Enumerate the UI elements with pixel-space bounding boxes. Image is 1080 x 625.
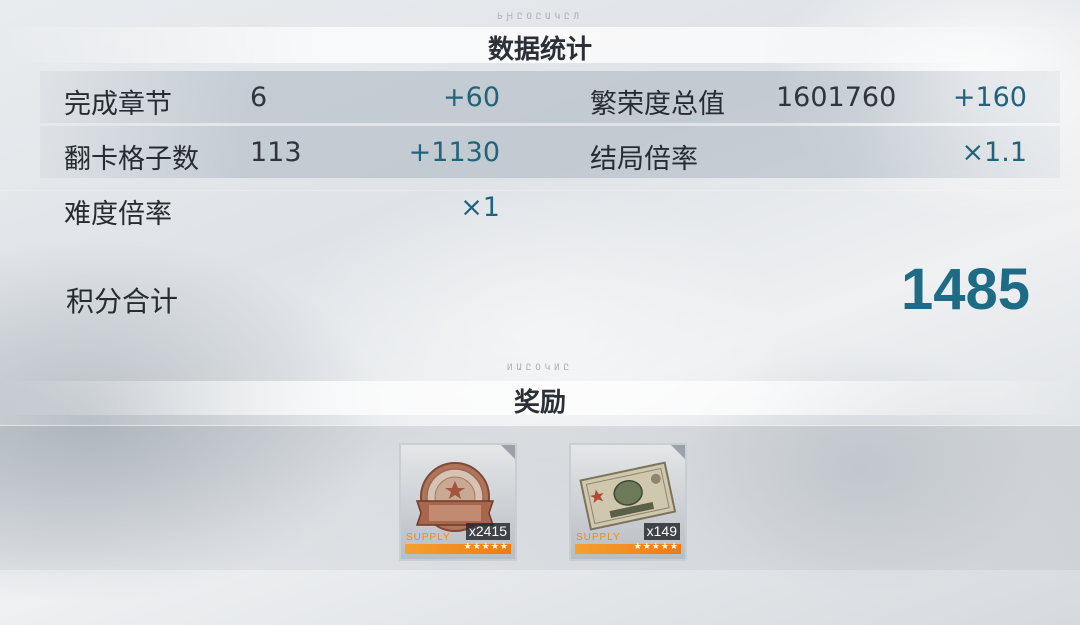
supply-label: SUPPLY xyxy=(576,532,621,543)
item-quantity: x149 xyxy=(643,523,680,540)
reward-header-deco: ИԱԸОԿИԸ xyxy=(507,363,573,373)
stat-bonus: +160 xyxy=(952,82,1027,113)
divider xyxy=(0,190,1080,191)
stat-value: 113 xyxy=(250,137,302,168)
stat-bonus: ×1.1 xyxy=(961,137,1027,168)
divider xyxy=(0,425,1080,426)
total-score-value: 1485 xyxy=(900,257,1030,322)
total-score-label: 积分合计 xyxy=(66,285,179,318)
stat-label: 难度倍率 xyxy=(64,199,172,230)
star-rating: ★★★★★ xyxy=(633,542,679,552)
stat-bonus: +1130 xyxy=(408,137,500,168)
reward-item-medal[interactable]: x2415 SUPPLY ★★★★★ xyxy=(399,443,517,561)
item-quantity: x2415 xyxy=(465,523,510,540)
stat-value: 1601760 xyxy=(776,82,897,113)
star-rating: ★★★★★ xyxy=(463,542,509,552)
stat-label: 翻卡格子数 xyxy=(64,144,199,175)
stat-label: 繁荣度总值 xyxy=(590,89,725,120)
reward-title: 奖励 xyxy=(513,388,566,418)
stats-header-deco: ЬԨԸОԸԱԿԸЛ xyxy=(497,12,583,22)
stat-bonus: +60 xyxy=(443,82,500,113)
stats-row-band-1 xyxy=(40,71,1060,123)
reward-item-banknote[interactable]: x149 SUPPLY ★★★★★ xyxy=(569,443,687,561)
reward-strip xyxy=(0,425,1080,570)
results-screen: ЬԨԸОԸԱԿԸЛ 数据统计 完成章节 6 +60 繁荣度总值 1601760 … xyxy=(0,0,1080,625)
banknote-icon xyxy=(579,461,677,531)
bronze-medal-icon xyxy=(415,462,495,532)
supply-label: SUPPLY xyxy=(406,532,451,543)
stat-value: 6 xyxy=(250,82,268,113)
stats-title: 数据统计 xyxy=(487,35,592,65)
stat-label: 完成章节 xyxy=(64,89,172,120)
stat-label: 结局倍率 xyxy=(590,144,698,175)
stat-bonus: ×1 xyxy=(460,192,500,223)
